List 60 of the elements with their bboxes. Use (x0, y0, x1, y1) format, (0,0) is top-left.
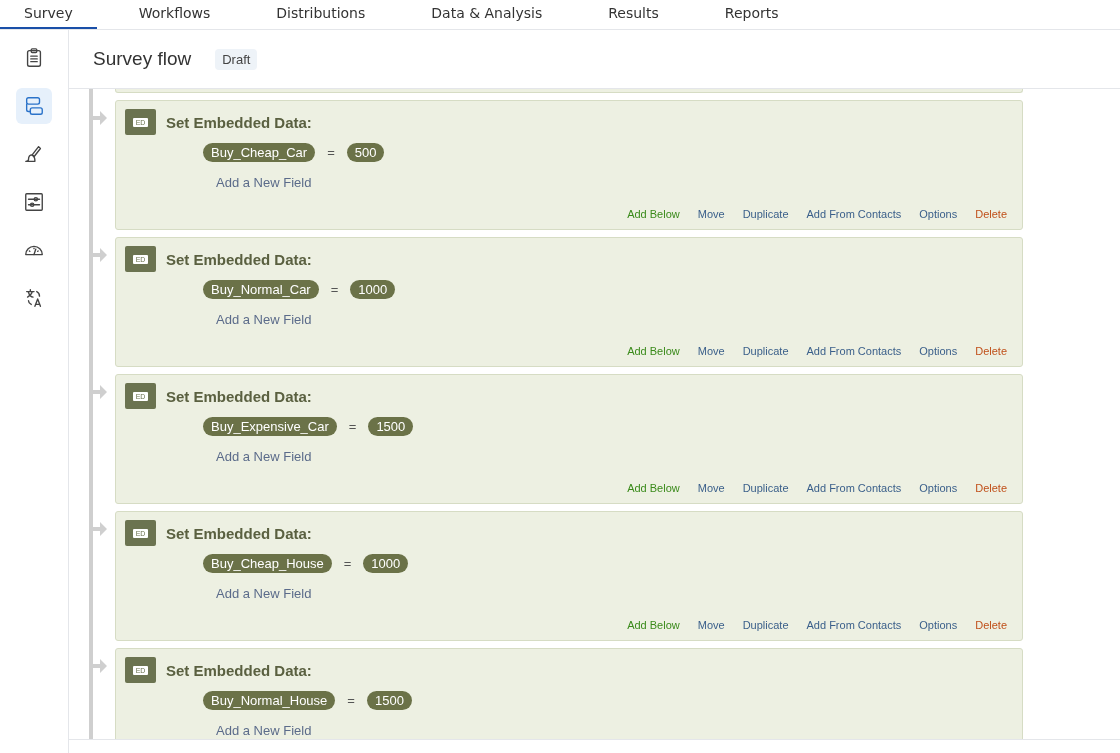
field-value[interactable]: 1500 (366, 691, 412, 710)
flow-icon (23, 95, 45, 117)
nav-tab[interactable]: Reports (700, 0, 803, 29)
block-action-link[interactable]: Move (697, 619, 725, 631)
block-action-link[interactable]: Add Below (627, 482, 680, 494)
block-action-link[interactable]: Add Below (627, 345, 680, 357)
block-action-link[interactable]: Add From Contacts (806, 619, 902, 631)
add-field-link[interactable]: Add a New Field (216, 723, 312, 738)
field-name[interactable]: Buy_Cheap_Car (203, 143, 316, 162)
block-action-link[interactable]: Options (919, 208, 958, 220)
block-action-link[interactable]: Options (919, 482, 958, 494)
nav-tab[interactable]: Distributions (252, 0, 390, 29)
add-field-link[interactable]: Add a New Field (216, 312, 312, 327)
block-title: Set Embedded Data: (166, 250, 312, 268)
nav-tab[interactable]: Results (584, 0, 683, 29)
operator: = (327, 145, 335, 160)
block-action-link[interactable]: Duplicate (742, 345, 789, 357)
add-field-link[interactable]: Add a New Field (216, 175, 312, 190)
block-action-link[interactable]: Delete (975, 345, 1007, 357)
block-action-link[interactable]: Move (697, 208, 725, 220)
block-action-link[interactable]: Delete (975, 482, 1007, 494)
sliders-icon (23, 191, 45, 213)
nav-tab[interactable]: Data & Analysis (407, 0, 567, 29)
block-action-link[interactable]: Options (919, 619, 958, 631)
operator: = (347, 693, 355, 708)
block-action-link[interactable]: Delete (975, 208, 1007, 220)
field-name[interactable]: Buy_Expensive_Car (203, 417, 337, 436)
field-name[interactable]: Buy_Normal_Car (203, 280, 319, 299)
add-field-link[interactable]: Add a New Field (216, 586, 312, 601)
operator: = (343, 556, 352, 571)
nav-tab[interactable]: Workflows (114, 0, 235, 29)
block-action-link[interactable]: Add From Contacts (806, 482, 902, 494)
block-action-link[interactable]: Delete (975, 619, 1007, 631)
block-action-link[interactable]: Duplicate (742, 208, 789, 220)
field-value[interactable]: 500 (346, 143, 385, 162)
operator: = (348, 419, 357, 434)
add-field-link[interactable]: Add a New Field (216, 449, 312, 464)
block-title: Set Embedded Data: (166, 524, 312, 542)
field-name[interactable]: Buy_Cheap_House (203, 554, 332, 573)
block-title: Set Embedded Data: (166, 113, 312, 131)
block-action-link[interactable]: Options (919, 345, 958, 357)
block-title: Set Embedded Data: (166, 387, 312, 405)
status-tag: Draft (215, 48, 258, 70)
page-title: Survey flow (93, 48, 192, 70)
block-action-link[interactable]: Duplicate (742, 482, 789, 494)
field-value[interactable]: 1500 (368, 417, 414, 436)
block-action-link[interactable]: Move (697, 482, 725, 494)
block-action-link[interactable]: Duplicate (742, 619, 789, 631)
block-action-link[interactable]: Add From Contacts (806, 208, 902, 220)
field-name[interactable]: Buy_Normal_House (203, 691, 336, 710)
block-action-link[interactable]: Move (697, 345, 725, 357)
block-action-link[interactable]: Add From Contacts (806, 345, 902, 357)
nav-tab[interactable]: Survey (0, 0, 97, 29)
block-action-link[interactable]: Add Below (627, 208, 680, 220)
field-value[interactable]: 1000 (363, 554, 409, 573)
field-value[interactable]: 1000 (350, 280, 396, 299)
block-action-link[interactable]: Add Below (627, 619, 680, 631)
operator: = (330, 282, 339, 297)
sidebar-button[interactable] (16, 88, 52, 124)
block-title: Set Embedded Data: (166, 661, 312, 679)
